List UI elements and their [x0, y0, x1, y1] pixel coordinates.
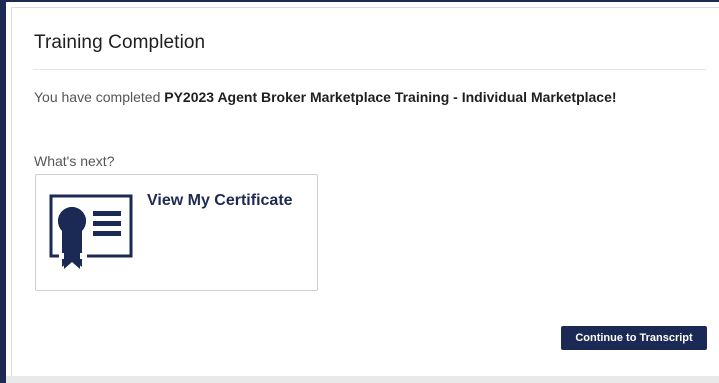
view-certificate-label: View My Certificate [147, 192, 293, 209]
certificate-icon [49, 194, 133, 269]
window-bottom-shade [6, 376, 719, 383]
completion-message: You have completed PY2023 Agent Broker M… [34, 89, 617, 105]
page-frame: Training Completion You have completed P… [0, 0, 719, 383]
view-certificate-card[interactable]: View My Certificate [35, 174, 318, 291]
course-name: PY2023 Agent Broker Marketplace Training… [164, 89, 617, 105]
continue-to-transcript-button[interactable]: Continue to Transcript [561, 326, 707, 350]
training-completion-modal: Training Completion You have completed P… [11, 7, 719, 376]
window-left-edge [0, 0, 6, 383]
window-top-edge [0, 0, 719, 2]
whats-next-label: What's next? [34, 153, 115, 169]
modal-title: Training Completion [34, 32, 206, 53]
modal-header-divider [33, 69, 706, 70]
completion-message-prefix: You have completed [34, 89, 165, 105]
